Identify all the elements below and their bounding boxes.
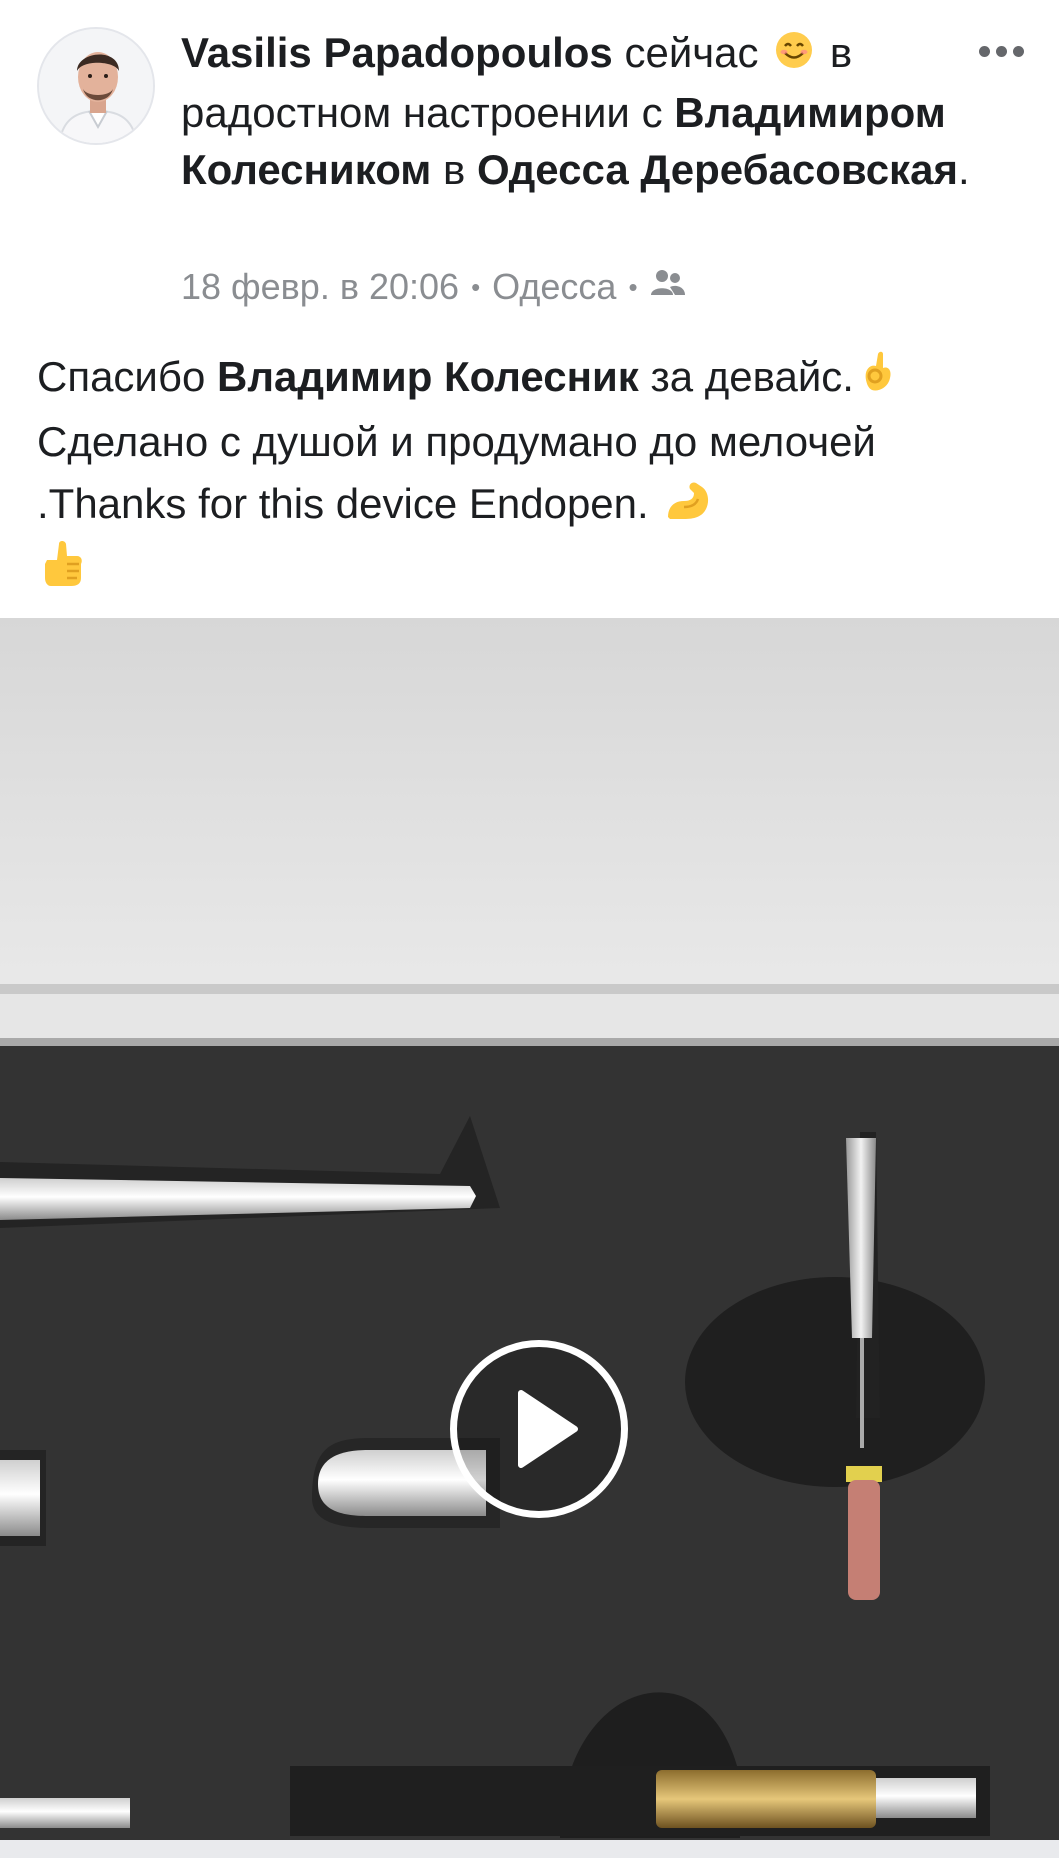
- thumbs-up-icon: [37, 538, 85, 607]
- post-header: Vasilis Papadopoulos сейчас в радостном …: [0, 0, 1059, 330]
- post-meta: 18 февр. в 20:06 • Одесса •: [181, 266, 686, 308]
- post-headline: Vasilis Papadopoulos сейчас в радостном …: [181, 24, 971, 198]
- play-button[interactable]: [450, 1340, 628, 1518]
- post-body: Спасибо Владимир Колесник за девайс. Сде…: [37, 346, 1027, 607]
- mentioned-user-link[interactable]: Владимир Колесник: [217, 353, 639, 400]
- feeling-prefix: сейчас: [624, 29, 759, 76]
- more-options-icon[interactable]: [973, 38, 1029, 64]
- post-city[interactable]: Одесса: [492, 266, 616, 308]
- location-link[interactable]: Одесса Деребасовская: [477, 146, 958, 193]
- smiling-face-icon: [774, 27, 814, 84]
- location-prefix: в: [443, 146, 466, 194]
- video-frame: [0, 618, 1059, 1840]
- friends-icon: [650, 266, 686, 308]
- post-text-middle: за девайс.: [650, 353, 854, 400]
- post-text-start: Спасибо: [37, 353, 206, 400]
- ok-hand-icon: [858, 349, 898, 411]
- post-text-end: Сделано с душой и продумано до мелочей .…: [37, 417, 876, 527]
- flexed-biceps-icon: [664, 476, 712, 538]
- video-player[interactable]: [0, 618, 1059, 1840]
- author-avatar[interactable]: [37, 27, 155, 145]
- author-name[interactable]: Vasilis Papadopoulos: [181, 29, 613, 76]
- headline-period: .: [957, 146, 970, 194]
- meta-separator: •: [471, 271, 481, 302]
- meta-separator: •: [628, 271, 638, 302]
- play-icon: [518, 1390, 578, 1468]
- feed-divider: [0, 1840, 1059, 1858]
- post-date[interactable]: 18 февр. в 20:06: [181, 266, 459, 308]
